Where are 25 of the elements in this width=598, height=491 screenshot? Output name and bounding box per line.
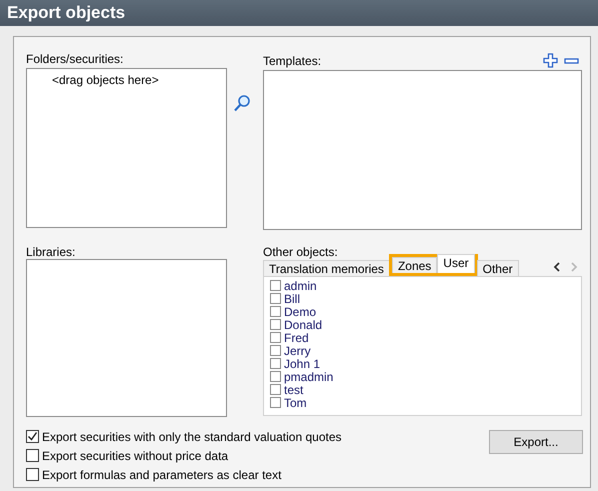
list-item[interactable]: John 1	[284, 356, 320, 370]
list-item[interactable]: test	[284, 382, 304, 396]
list-item[interactable]: Demo	[284, 304, 316, 318]
field-label: Libraries:	[26, 246, 76, 261]
list-item[interactable]: Tom	[284, 396, 307, 410]
checkbox-label[interactable]: Export formulas and parameters as clear text	[42, 468, 282, 482]
tab[interactable]: User	[437, 254, 475, 273]
list-item[interactable]: admin	[284, 278, 317, 292]
folders-drop-area[interactable]: <drag objects here>	[26, 68, 227, 228]
field-label: Templates:	[263, 55, 322, 70]
list-item[interactable]: Jerry	[284, 344, 311, 358]
export-button[interactable]: Export...	[489, 430, 583, 454]
list-item[interactable]: Fred	[284, 330, 309, 344]
window-title: Export objects	[0, 0, 598, 26]
field-label: Other objects:	[263, 246, 339, 261]
list-item[interactable]: pmadmin	[284, 370, 334, 384]
tab[interactable]: Other	[476, 260, 519, 276]
field-label: Folders/securities:	[26, 53, 124, 68]
list-item[interactable]: Donald	[284, 318, 322, 332]
tab[interactable]: Translation memories	[263, 260, 390, 276]
checkbox-label[interactable]: Export securities with only the standard valuation quotes	[42, 430, 342, 444]
placeholder-text: <drag objects here>	[52, 73, 159, 87]
checkbox-label[interactable]: Export securities without price data	[42, 448, 228, 462]
tab[interactable]: Zones	[392, 257, 438, 273]
list-item[interactable]: Bill	[284, 292, 300, 306]
